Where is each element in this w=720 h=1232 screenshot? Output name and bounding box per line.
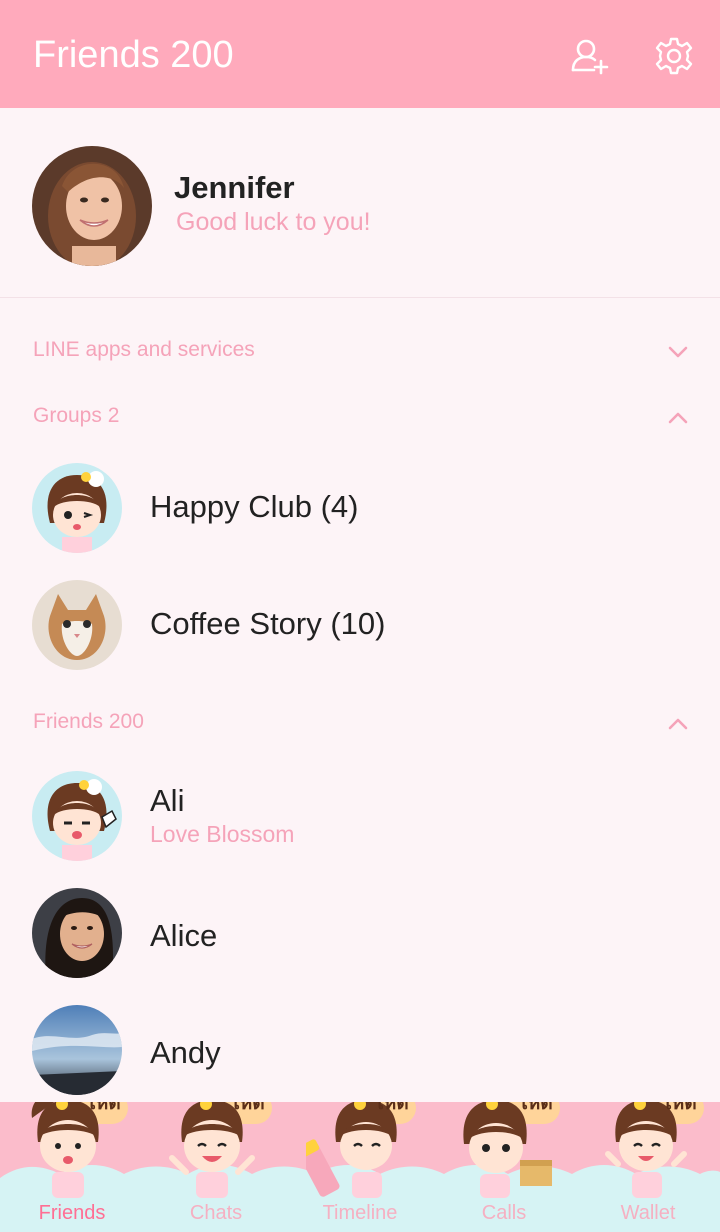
section-label: Groups 2	[33, 404, 120, 427]
profile-name: Jennifer	[174, 170, 295, 205]
chevron-up-icon	[668, 718, 688, 730]
tab-badge: เห็ด	[233, 1102, 265, 1114]
tab-label: Calls	[481, 1202, 527, 1224]
profile-avatar[interactable]	[32, 146, 152, 266]
chevron-down-icon	[668, 346, 688, 358]
friend-row-andy[interactable]: Andy	[0, 995, 720, 1105]
tab-label: Wallet	[620, 1202, 676, 1224]
friend-status-message: Love Blossom	[150, 821, 295, 847]
section-label: LINE apps and services	[33, 338, 255, 361]
tab-timeline[interactable]: เห็ด Timeline	[288, 1102, 432, 1232]
chevron-up-icon	[668, 412, 688, 424]
add-friend-icon	[571, 39, 609, 75]
friend-name: Alice	[150, 918, 218, 953]
my-profile-row[interactable]: Jennifer Good luck to you!	[0, 108, 720, 298]
gear-icon	[655, 37, 693, 75]
group-avatar	[32, 463, 122, 553]
section-label: Friends 200	[33, 710, 144, 733]
section-groups[interactable]: Groups 2	[0, 392, 720, 442]
group-name: Coffee Story (10)	[150, 606, 386, 641]
page-title: Friends 200	[33, 34, 234, 76]
friend-avatar	[32, 1005, 122, 1095]
tab-label: Chats	[189, 1202, 243, 1224]
friend-name: Ali	[150, 783, 185, 818]
tab-badge: เห็ด	[521, 1102, 553, 1114]
add-friend-button[interactable]	[568, 34, 612, 78]
section-friends[interactable]: Friends 200	[0, 698, 720, 748]
tab-chats[interactable]: เห็ด Chats	[144, 1102, 288, 1232]
friend-avatar	[32, 771, 122, 861]
header-bar: Friends 200	[0, 0, 720, 108]
tab-calls[interactable]: เห็ด Calls	[432, 1102, 576, 1232]
group-row-happy-club[interactable]: Happy Club (4)	[0, 453, 720, 563]
section-line-apps[interactable]: LINE apps and services	[0, 326, 720, 376]
friend-row-ali[interactable]: Ali Love Blossom	[0, 761, 720, 871]
tab-badge: เห็ด	[377, 1102, 409, 1114]
group-name: Happy Club (4)	[150, 489, 359, 524]
tab-badge: เห็ด	[89, 1102, 121, 1114]
tab-label: Friends	[38, 1202, 106, 1224]
group-row-coffee-story[interactable]: Coffee Story (10)	[0, 570, 720, 680]
tab-wallet[interactable]: เห็ด Wallet	[576, 1102, 720, 1232]
tab-label: Timeline	[322, 1202, 398, 1224]
bottom-tab-bar: เห็ด Friends เห็ด Chats เห็ด Timeline เห…	[0, 1102, 720, 1232]
tab-badge: เห็ด	[665, 1102, 697, 1114]
friend-row-alice[interactable]: Alice	[0, 878, 720, 988]
friend-avatar	[32, 888, 122, 978]
friend-name: Andy	[150, 1035, 221, 1070]
group-avatar	[32, 580, 122, 670]
settings-button[interactable]	[652, 34, 696, 78]
profile-status-message: Good luck to you!	[176, 208, 371, 236]
tab-friends[interactable]: เห็ด Friends	[0, 1102, 144, 1232]
